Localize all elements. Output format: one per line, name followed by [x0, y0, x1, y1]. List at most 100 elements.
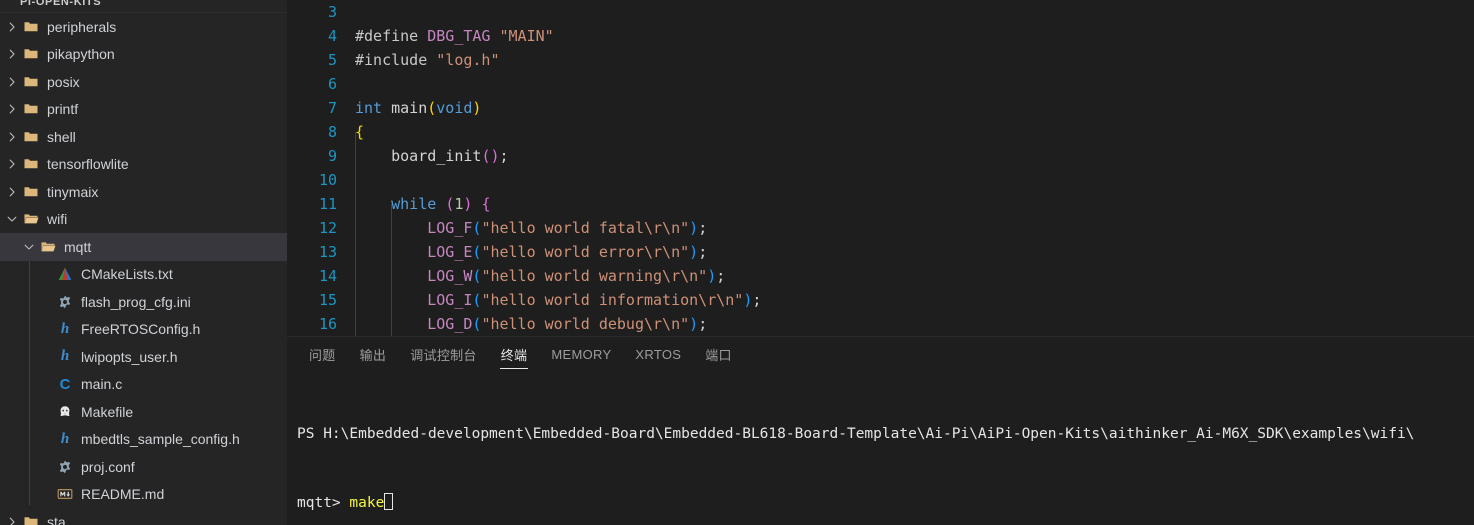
tree-item-label: tinymaix [47, 183, 99, 200]
tree-item-label: proj.conf [81, 458, 135, 475]
code-token: DBG_TAG [427, 27, 491, 45]
code-token: ; [698, 243, 708, 261]
code-token: "hello world error\r\n" [481, 243, 690, 261]
tree-item-posix[interactable]: posix [0, 68, 287, 96]
chevron-right-icon[interactable] [4, 102, 20, 116]
code-token: ; [698, 219, 708, 237]
chevron-right-icon[interactable] [4, 157, 20, 171]
code-token: ; [752, 291, 762, 309]
tree-item-main-c[interactable]: Cmain.c [0, 371, 287, 399]
line-number: 9 [327, 147, 337, 165]
code-token: { [481, 195, 491, 213]
code-line: 16 LOG_D("hello world debug\r\n"); [287, 312, 1474, 336]
tree-item-wifi[interactable]: wifi [0, 206, 287, 234]
tree-item-proj-conf[interactable]: proj.conf [0, 453, 287, 481]
c-file-icon: C [59, 375, 71, 393]
indent-guide [355, 132, 356, 336]
code-token: ) [689, 219, 699, 237]
tree-item-peripherals[interactable]: peripherals [0, 13, 287, 41]
line-number: 6 [327, 75, 337, 93]
code-editor[interactable]: 3 4 #define DBG_TAG "MAIN" 5 #include "log.h… [287, 0, 1474, 337]
tree-item-label: FreeRTOSConfig.h [81, 321, 201, 338]
code-token: "hello world information\r\n" [481, 291, 744, 309]
panel-tab-0[interactable]: 问题 [297, 337, 348, 372]
chevron-right-icon[interactable] [4, 75, 20, 89]
chevron-right-icon[interactable] [4, 185, 20, 199]
chevron-right-icon[interactable] [4, 130, 20, 144]
tree-item-tinymaix[interactable]: tinymaix [0, 178, 287, 206]
line-number: 14 [318, 267, 337, 285]
terminal-input-line: mqtt> make [297, 492, 1474, 515]
code-token: () [481, 147, 500, 165]
tree-item-mbedtls-sample-config-h[interactable]: h mbedtls_sample_config.h [0, 426, 287, 454]
tree-item-readme-md[interactable]: README.md [0, 481, 287, 509]
code-token: LOG_D [427, 315, 473, 333]
makefile-gnu-icon [54, 404, 76, 420]
folder-icon [20, 184, 42, 200]
line-number: 13 [318, 243, 337, 261]
panel-tab-5[interactable]: XRTOS [623, 337, 693, 372]
tree-item-flash-prog-cfg-ini[interactable]: flash_prog_cfg.ini [0, 288, 287, 316]
panel-tab-4[interactable]: MEMORY [539, 337, 623, 372]
line-text: LOG_D("hello world debug\r\n"); [355, 312, 707, 336]
folder-icon [20, 156, 42, 172]
code-token: ) [689, 315, 699, 333]
line-number: 12 [318, 219, 337, 237]
line-number: 10 [318, 171, 337, 189]
code-line: 8{ [287, 120, 1474, 144]
terminal-output[interactable]: PS H:\Embedded-development\Embedded-Boar… [297, 377, 1474, 525]
tree-item-printf[interactable]: printf [0, 96, 287, 124]
code-token: ; [499, 147, 509, 165]
panel-tab-6[interactable]: 端口 [693, 337, 744, 372]
code-line: 3 [287, 0, 1474, 24]
code-line: 15 LOG_I("hello world information\r\n"); [287, 288, 1474, 312]
code-token: LOG_W [427, 267, 473, 285]
panel-tab-2[interactable]: 调试控制台 [398, 337, 489, 372]
line-text: #include "log.h" [355, 48, 500, 72]
tree-item-shell[interactable]: shell [0, 123, 287, 151]
chevron-down-icon[interactable] [4, 212, 20, 226]
tree-item-cmakelists-txt[interactable]: CMakeLists.txt [0, 261, 287, 289]
tree-item-mqtt[interactable]: mqtt [0, 233, 287, 261]
tree-item-label: pikapython [47, 46, 115, 63]
tree-item-label: main.c [81, 376, 123, 393]
line-number: 15 [318, 291, 337, 309]
terminal-prompt-suffix: mqtt> [297, 495, 350, 511]
terminal-cursor [384, 493, 394, 510]
tree-item-pikapython[interactable]: pikapython [0, 41, 287, 69]
tree-item-tensorflowlite[interactable]: tensorflowlite [0, 151, 287, 179]
folder-icon [20, 74, 42, 90]
chevron-right-icon[interactable] [4, 47, 20, 61]
code-token: void [436, 99, 473, 117]
code-token: ( [427, 99, 437, 117]
code-line: 9 board_init(); [287, 144, 1474, 168]
panel-tab-1[interactable]: 输出 [348, 337, 399, 372]
tree-item-label: flash_prog_cfg.ini [81, 293, 191, 310]
chevron-down-icon[interactable] [21, 240, 37, 254]
tree-item-sta[interactable]: sta [0, 508, 287, 525]
chevron-right-icon[interactable] [4, 20, 20, 34]
panel-tab-3[interactable]: 终端 [489, 337, 540, 372]
line-text: LOG_F("hello world fatal\r\n"); [355, 216, 707, 240]
panel-tab-label: 输出 [359, 348, 387, 363]
code-token: "hello world debug\r\n" [481, 315, 690, 333]
tree-item-label: printf [47, 101, 79, 118]
code-line: 4 #define DBG_TAG "MAIN" [287, 24, 1474, 48]
line-text: int main(void) [355, 96, 481, 120]
panel-tab-label: XRTOS [635, 347, 682, 362]
line-number: 16 [318, 315, 337, 333]
tree-item-freertosconfig-h[interactable]: h FreeRTOSConfig.h [0, 316, 287, 344]
tree-item-label: README.md [81, 486, 165, 503]
folder-icon [20, 46, 42, 62]
chevron-right-icon[interactable] [4, 515, 20, 525]
tree-item-label: mqtt [64, 238, 92, 255]
code-line: 12 LOG_F("hello world fatal\r\n"); [287, 216, 1474, 240]
panel-tab-label: 端口 [705, 348, 732, 363]
folder-open-icon [20, 211, 42, 227]
line-number: 11 [318, 195, 337, 213]
tree-item-lwipopts-user-h[interactable]: h lwipopts_user.h [0, 343, 287, 371]
tree-item-makefile[interactable]: Makefile [0, 398, 287, 426]
line-text: LOG_E("hello world error\r\n"); [355, 240, 707, 264]
